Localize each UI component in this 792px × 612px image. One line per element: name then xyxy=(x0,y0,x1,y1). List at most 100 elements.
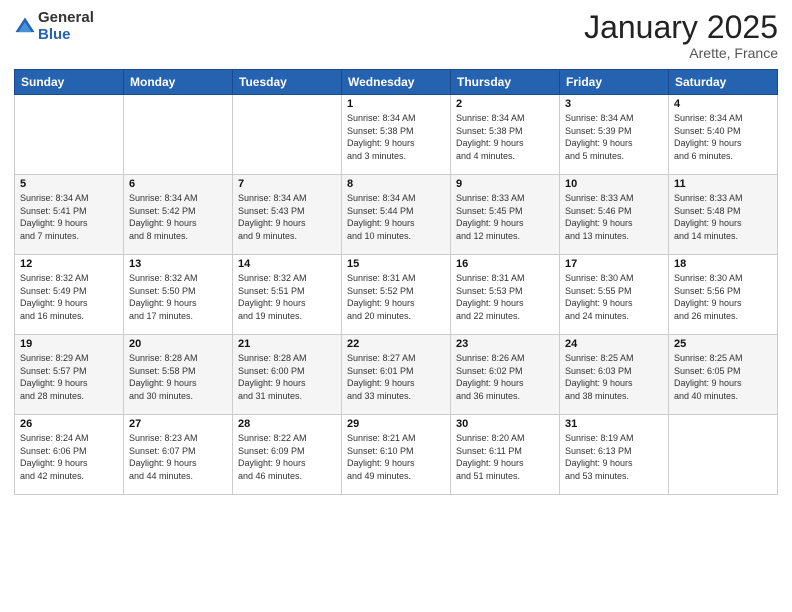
calendar-cell: 2Sunrise: 8:34 AMSunset: 5:38 PMDaylight… xyxy=(451,95,560,175)
daylight-minutes: and 10 minutes. xyxy=(347,231,411,241)
daylight-minutes: and 46 minutes. xyxy=(238,471,302,481)
daylight-hours: Daylight: 9 hours xyxy=(20,378,88,388)
day-number: 20 xyxy=(129,338,227,350)
col-saturday: Saturday xyxy=(669,70,778,95)
daylight-hours: Daylight: 9 hours xyxy=(674,218,742,228)
day-info: Sunrise: 8:27 AMSunset: 6:01 PMDaylight:… xyxy=(347,352,445,402)
daylight-minutes: and 38 minutes. xyxy=(565,391,629,401)
calendar-cell: 27Sunrise: 8:23 AMSunset: 6:07 PMDayligh… xyxy=(124,415,233,495)
calendar-cell: 11Sunrise: 8:33 AMSunset: 5:48 PMDayligh… xyxy=(669,175,778,255)
sunset-info: Sunset: 5:50 PM xyxy=(129,286,196,296)
day-info: Sunrise: 8:25 AM Sunset: 6:05 PM Daylight:… xyxy=(674,352,772,402)
col-sunday: Sunday xyxy=(15,70,124,95)
daylight-minutes: and 19 minutes. xyxy=(238,311,302,321)
calendar-cell: 23Sunrise: 8:26 AMSunset: 6:02 PMDayligh… xyxy=(451,335,560,415)
sunset-info: Sunset: 5:53 PM xyxy=(456,286,523,296)
day-number: 28 xyxy=(238,418,336,430)
daylight-hours: Daylight: 9 hours xyxy=(674,378,742,388)
daylight-hours: Daylight: 9 hours xyxy=(20,458,88,468)
day-info: Sunrise: 8:31 AMSunset: 5:52 PMDaylight:… xyxy=(347,272,445,322)
calendar-cell: 18Sunrise: 8:30 AMSunset: 5:56 PMDayligh… xyxy=(669,255,778,335)
sunrise-info: Sunrise: 8:34 AM xyxy=(565,113,634,123)
daylight-hours: Daylight: 9 hours xyxy=(456,138,524,148)
day-number: 16 xyxy=(456,258,554,270)
calendar-cell: 28Sunrise: 8:22 AMSunset: 6:09 PMDayligh… xyxy=(233,415,342,495)
daylight-minutes: and 36 minutes. xyxy=(456,391,520,401)
calendar-cell xyxy=(15,95,124,175)
day-number: 23 xyxy=(456,338,554,350)
col-thursday: Thursday xyxy=(451,70,560,95)
sunrise-info: Sunrise: 8:32 AM xyxy=(238,273,307,283)
calendar-cell: 7Sunrise: 8:34 AMSunset: 5:43 PMDaylight… xyxy=(233,175,342,255)
daylight-minutes: and 24 minutes. xyxy=(565,311,629,321)
sunset-info: Sunset: 6:00 PM xyxy=(238,366,305,376)
sunset-info: Sunset: 5:58 PM xyxy=(129,366,196,376)
calendar-cell: 21Sunrise: 8:28 AMSunset: 6:00 PMDayligh… xyxy=(233,335,342,415)
daylight-minutes: and 6 minutes. xyxy=(674,151,733,161)
calendar-cell: 19 Sunrise: 8:29 AMSunset: 5:57 PMDayligh… xyxy=(15,335,124,415)
daylight-minutes: and 5 minutes. xyxy=(565,151,624,161)
daylight-minutes: and 26 minutes. xyxy=(674,311,738,321)
day-number: 19 xyxy=(20,338,118,350)
daylight-minutes: and 28 minutes. xyxy=(20,391,84,401)
day-number: 4 xyxy=(674,98,772,110)
daylight-hours: Daylight: 9 hours xyxy=(456,218,524,228)
day-info: Sunrise: 8:29 AMSunset: 5:57 PMDaylight:… xyxy=(20,352,118,402)
calendar-cell xyxy=(669,415,778,495)
calendar-cell: 29Sunrise: 8:21 AMSunset: 6:10 PMDayligh… xyxy=(342,415,451,495)
logo-icon xyxy=(14,16,36,38)
calendar-cell: 30Sunrise: 8:20 AMSunset: 6:11 PMDayligh… xyxy=(451,415,560,495)
daylight-hours: Daylight: 9 hours xyxy=(674,138,742,148)
day-info: Sunrise: 8:34 AMSunset: 5:41 PMDaylight:… xyxy=(20,192,118,242)
day-number: 22 xyxy=(347,338,445,350)
daylight-minutes: and 49 minutes. xyxy=(347,471,411,481)
daylight-hours: Daylight: 9 hours xyxy=(456,458,524,468)
calendar-title: January 2025 xyxy=(584,10,778,45)
daylight-hours: Daylight: 9 hours xyxy=(565,458,633,468)
daylight-hours: Daylight: 9 hours xyxy=(238,378,306,388)
day-info: Sunrise: 8:28 AMSunset: 6:00 PMDaylight:… xyxy=(238,352,336,402)
day-info: Sunrise: 8:19 AM Sunset: 6:13 PM Daylight:… xyxy=(565,432,663,482)
day-number: 14 xyxy=(238,258,336,270)
day-info: Sunrise: 8:32 AMSunset: 5:51 PMDaylight:… xyxy=(238,272,336,322)
calendar-cell: 17Sunrise: 8:30 AMSunset: 5:55 PMDayligh… xyxy=(560,255,669,335)
logo-general-text: General xyxy=(38,10,94,27)
day-info: Sunrise: 8:34 AM Sunset: 5:38 PM Daylight:… xyxy=(456,112,554,162)
daylight-minutes: and 31 minutes. xyxy=(238,391,302,401)
daylight-minutes: and 53 minutes. xyxy=(565,471,629,481)
day-number: 10 xyxy=(565,178,663,190)
day-number: 18 xyxy=(674,258,772,270)
daylight-hours: Daylight: 9 hours xyxy=(347,298,415,308)
calendar-week-3: 12Sunrise: 8:32 AMSunset: 5:49 PMDayligh… xyxy=(15,255,778,335)
sunset-info: Sunset: 6:13 PM xyxy=(565,446,632,456)
sunset-info: Sunset: 5:46 PM xyxy=(565,206,632,216)
sunrise-info: Sunrise: 8:22 AM xyxy=(238,433,307,443)
calendar-cell: 25Sunrise: 8:25 AMSunset: 6:05 PMDayligh… xyxy=(669,335,778,415)
day-info: Sunrise: 8:33 AMSunset: 5:45 PMDaylight:… xyxy=(456,192,554,242)
daylight-minutes: and 7 minutes. xyxy=(20,231,79,241)
sunrise-info: Sunrise: 8:24 AM xyxy=(20,433,89,443)
day-number: 1 xyxy=(347,98,445,110)
day-number: 12 xyxy=(20,258,118,270)
day-number: 5 xyxy=(20,178,118,190)
daylight-hours: Daylight: 9 hours xyxy=(565,138,633,148)
day-info: Sunrise: 8:34 AMSunset: 5:40 PMDaylight:… xyxy=(674,112,772,162)
title-block: January 2025 Arette, France xyxy=(584,10,778,61)
sunrise-info: Sunrise: 8:19 AM xyxy=(565,433,634,443)
sunset-info: Sunset: 5:51 PM xyxy=(238,286,305,296)
sunset-info: Sunset: 5:39 PM xyxy=(565,126,632,136)
sunset-info: Sunset: 6:05 PM xyxy=(674,366,741,376)
day-info: Sunrise: 8:30 AMSunset: 5:55 PMDaylight:… xyxy=(565,272,663,322)
sunset-info: Sunset: 5:38 PM xyxy=(456,126,523,136)
day-number: 15 xyxy=(347,258,445,270)
sunset-info: Sunset: 6:03 PM xyxy=(565,366,632,376)
daylight-minutes: and 4 minutes. xyxy=(456,151,515,161)
day-number: 8 xyxy=(347,178,445,190)
daylight-minutes: and 8 minutes. xyxy=(129,231,188,241)
calendar-cell: 5 Sunrise: 8:34 AMSunset: 5:41 PMDaylight… xyxy=(15,175,124,255)
sunrise-info: Sunrise: 8:34 AM xyxy=(456,113,525,123)
day-number: 13 xyxy=(129,258,227,270)
sunrise-info: Sunrise: 8:25 AM xyxy=(674,353,743,363)
day-info: Sunrise: 8:33 AMSunset: 5:46 PMDaylight:… xyxy=(565,192,663,242)
calendar-cell: 15 Sunrise: 8:31 AMSunset: 5:52 PMDayligh… xyxy=(342,255,451,335)
